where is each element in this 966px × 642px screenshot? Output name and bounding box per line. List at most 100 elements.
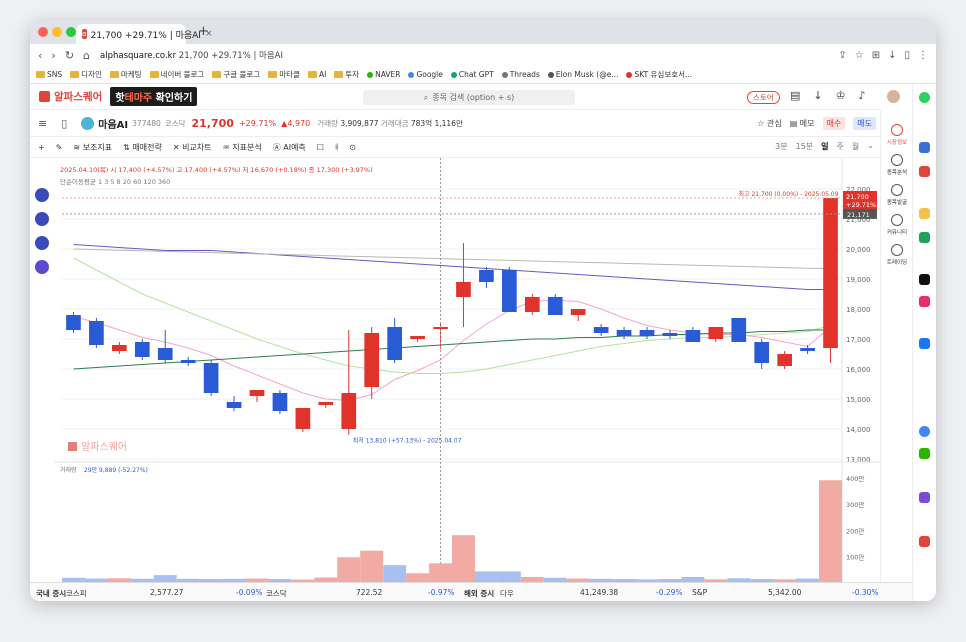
watch-button[interactable]: ☆ 관심 [757, 118, 781, 129]
candle[interactable] [341, 330, 357, 435]
bookmark-item[interactable]: Google [408, 70, 443, 79]
close-traffic-light[interactable] [38, 27, 48, 37]
candle[interactable] [547, 294, 563, 315]
candle[interactable] [731, 318, 747, 342]
candle[interactable] [226, 396, 242, 411]
bookmark-item[interactable]: SNS [36, 70, 62, 79]
candle[interactable] [754, 339, 770, 369]
ext-blue-icon[interactable] [919, 142, 930, 153]
candle[interactable] [180, 357, 196, 366]
candle[interactable] [823, 198, 838, 363]
buy-button[interactable]: 매수 [822, 117, 846, 130]
period-dropdown-icon[interactable]: ⌄ [867, 141, 874, 152]
ext-orange-icon[interactable] [919, 208, 930, 219]
candle[interactable] [593, 324, 609, 336]
right-panel-item[interactable]: 종목분석 [881, 154, 913, 176]
price-chart[interactable]: 13,000 14,000 15,000 16,000 17,000 18,000 19,0… [54, 158, 880, 600]
period-1[interactable]: 15분 [796, 141, 814, 152]
volume-bar[interactable] [429, 563, 452, 583]
search-input[interactable]: ⌕ 종목 검색 (option + s) [363, 90, 575, 105]
bookmark-item[interactable]: NAVER [367, 70, 400, 79]
candle-icon[interactable]: ⫳ [335, 142, 338, 152]
minimize-traffic-light[interactable] [52, 27, 62, 37]
bookmark-item[interactable]: 네이버 블로그 [149, 69, 204, 80]
square-icon[interactable]: ☐ [317, 143, 324, 152]
home-icon[interactable]: ⌂ [83, 49, 90, 62]
new-tab-icon[interactable]: + [198, 24, 209, 39]
bookmark-item[interactable]: 마타클 [268, 69, 300, 80]
toolbar-compare[interactable]: ✕ 비교차트 [173, 142, 212, 153]
ext-play-icon[interactable] [919, 448, 930, 459]
promo-button[interactable]: 핫테마주 확인하기 [110, 87, 198, 106]
url-field[interactable]: alphasquare.co.kr 21,700 +29.71% | 마음AI [100, 49, 283, 61]
ext-facebook-icon[interactable] [919, 338, 930, 349]
candle[interactable] [112, 342, 127, 354]
candle[interactable] [479, 267, 494, 288]
bookmark-item[interactable]: Elon Musk (@e... [547, 70, 618, 79]
bookmark-item[interactable]: Chat GPT [450, 70, 494, 79]
event-icon[interactable] [35, 188, 49, 202]
forward-icon[interactable]: › [51, 49, 55, 62]
music-icon[interactable] [35, 212, 49, 226]
menu-icon[interactable]: ⋮ [918, 50, 928, 61]
reload-icon[interactable]: ↻ [65, 49, 74, 62]
camera-icon[interactable]: ⊙ [349, 143, 356, 152]
community-icon[interactable] [35, 260, 49, 274]
candle[interactable] [800, 345, 815, 354]
browser-tab[interactable]: α 21,700 +29.71% | 마음AI × [76, 24, 213, 44]
candle[interactable] [685, 327, 701, 342]
site-logo[interactable]: 알파스퀘어 [39, 89, 102, 104]
right-panel-item[interactable]: 시장정보 [881, 124, 913, 146]
candle[interactable] [616, 327, 632, 339]
volume-bar[interactable] [383, 565, 407, 583]
store-button[interactable]: 스토어 [747, 91, 780, 104]
candle[interactable] [387, 318, 402, 363]
bookmark-item[interactable]: 마케팅 [109, 69, 142, 80]
candle[interactable] [639, 327, 655, 339]
candle[interactable] [364, 327, 380, 399]
memo-button[interactable]: ▤ 메모 [790, 118, 815, 129]
toolbar-indicators[interactable]: ≋ 보조지표 [73, 142, 112, 153]
toolbar-ai[interactable]: Ⓐ AI예측 [273, 142, 306, 153]
bookmark-item[interactable]: 구글 블로그 [212, 69, 260, 80]
candle[interactable] [66, 312, 81, 333]
hamburger-icon[interactable]: ≡ [38, 117, 47, 130]
bookmark-item[interactable]: 투자 [334, 69, 359, 80]
volume-bar[interactable] [819, 480, 842, 583]
right-panel-item[interactable]: 종목발굴 [881, 184, 913, 206]
avatar[interactable] [887, 90, 900, 103]
sidebar-icon[interactable]: ▯ [904, 50, 910, 61]
ext-google-icon[interactable] [919, 426, 930, 437]
bell-icon[interactable]: ♪ [859, 89, 866, 102]
ext-green-icon[interactable] [919, 92, 930, 103]
candle[interactable] [203, 360, 219, 396]
ext-purple-icon[interactable] [919, 492, 930, 503]
bookmark-item[interactable]: SKT 유심보호서... [626, 69, 692, 80]
stock-name[interactable]: 마음AI [98, 116, 128, 131]
candle[interactable] [777, 351, 792, 369]
period-2[interactable]: 일 [821, 141, 828, 152]
candle[interactable] [134, 339, 150, 360]
period-4[interactable]: 월 [852, 141, 859, 152]
toolbar-strategy[interactable]: ⇅ 매매전략 [123, 142, 162, 153]
candle[interactable] [318, 402, 334, 408]
candle[interactable] [249, 390, 265, 402]
volume-bar[interactable] [452, 535, 475, 583]
portfolio-icon[interactable]: ▤ [790, 89, 800, 102]
ext-green2-icon[interactable] [919, 232, 930, 243]
download-icon[interactable]: ↓ [888, 50, 896, 61]
add-icon[interactable]: + [38, 143, 45, 152]
candle[interactable] [524, 294, 540, 315]
candle[interactable] [295, 408, 311, 432]
volume-bar[interactable] [337, 557, 361, 583]
period-3[interactable]: 주 [837, 141, 844, 152]
right-panel-item[interactable]: 커뮤니티 [881, 214, 913, 236]
layout-icon[interactable]: ▯ [61, 117, 67, 130]
back-icon[interactable]: ‹ [38, 49, 42, 62]
news-icon[interactable] [35, 236, 49, 250]
star-icon[interactable]: ☆ [855, 50, 864, 61]
share-icon[interactable]: ⇪ [838, 50, 846, 61]
candle[interactable] [570, 309, 586, 321]
volume-bar[interactable] [360, 550, 384, 583]
sell-button[interactable]: 매도 [853, 117, 876, 130]
